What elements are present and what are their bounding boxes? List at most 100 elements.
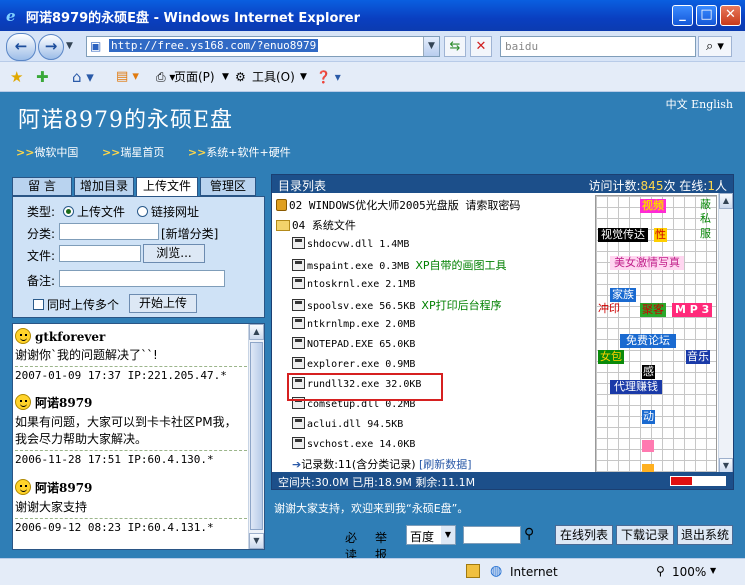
help-icon[interactable]: ❓ ▾	[316, 68, 341, 86]
tab-add-dir[interactable]: 增加目录	[74, 177, 134, 196]
history-dropdown-icon[interactable]: ▼	[66, 41, 73, 51]
message-text: 谢谢你`我的问题解决了``!	[15, 348, 158, 362]
file-row[interactable]: ntoskrnl.exe 2.1MB	[292, 277, 415, 290]
address-row: ← → ▼ ▣ http://free.ys168.com/?enuo8979 …	[0, 31, 745, 62]
ad-item[interactable]: 视觉传达	[598, 228, 648, 242]
ad-item[interactable]: 代理赚钱	[610, 380, 662, 394]
scroll-up-icon[interactable]: ▲	[249, 324, 264, 340]
ad-item[interactable]: 音乐	[686, 350, 710, 364]
ad-item[interactable]: 家族	[610, 288, 636, 302]
refresh-data-link[interactable]: [刷新数据]	[419, 458, 472, 471]
file-row[interactable]: shdocvw.dll 1.4MB	[292, 237, 409, 250]
file-row[interactable]: ntkrnlmp.exe 2.0MB	[292, 317, 415, 330]
file-row[interactable]: explorer.exe 0.9MB	[292, 357, 415, 370]
exit-button[interactable]: 退出系统	[677, 525, 733, 545]
nav-link-2[interactable]: >>瑞星首页	[102, 146, 174, 159]
scroll-up-icon[interactable]: ▲	[719, 193, 733, 209]
folder-row[interactable]: 04 系统文件	[276, 217, 356, 233]
download-log-button[interactable]: 下载记录	[616, 525, 674, 545]
tab-admin[interactable]: 管理区	[200, 177, 256, 196]
file-input[interactable]	[59, 245, 141, 262]
message-scrollbar[interactable]: ▲ ▼	[248, 324, 264, 549]
maximize-button[interactable]: □	[696, 5, 717, 26]
space-usage-fill	[671, 477, 692, 485]
address-bar[interactable]: ▣ http://free.ys168.com/?enuo8979 ▼	[86, 36, 440, 57]
file-row[interactable]: aclui.dll 94.5KB	[292, 417, 403, 430]
refresh-icon[interactable]: ⇆	[444, 36, 466, 57]
highlight-box	[287, 373, 443, 401]
smiley-icon	[15, 479, 31, 495]
ad-item[interactable]: 动	[642, 410, 655, 424]
folder-row[interactable]: 02 WINDOWS优化大师2005光盘版 请索取密码	[276, 197, 520, 213]
stop-icon[interactable]: ✕	[470, 36, 492, 57]
ad-item[interactable]: 蔽	[700, 198, 711, 212]
ad-item[interactable]: 服	[700, 227, 711, 241]
new-category-link[interactable]: [新增分类]	[161, 225, 218, 242]
file-list: 02 WINDOWS优化大师2005光盘版 请索取密码 04 系统文件 shdo…	[274, 197, 594, 472]
ad-item[interactable]: 美女激情写真	[610, 256, 684, 270]
search-engine-select[interactable]: 百度 ▼	[406, 525, 456, 545]
lock-icon	[276, 199, 287, 211]
nav-link-1[interactable]: >>微软中国	[16, 146, 88, 159]
ad-item[interactable]: 冲印	[598, 302, 620, 316]
radio-link-url[interactable]: 链接网址	[137, 203, 199, 220]
tools-menu[interactable]: 工具(O)	[252, 68, 295, 86]
ad-item[interactable]: 视频	[640, 199, 666, 213]
browse-button[interactable]: 浏览...	[143, 244, 205, 263]
lang-en-link[interactable]: English	[691, 98, 733, 111]
forward-button[interactable]: →	[38, 34, 64, 60]
message-author: 阿诺8979	[35, 396, 93, 410]
start-upload-button[interactable]: 开始上传	[129, 294, 197, 313]
close-button[interactable]: ✕	[720, 5, 741, 26]
feeds-icon[interactable]: ▤ ▾	[116, 68, 139, 86]
file-row[interactable]: svchost.exe 14.0KB	[292, 437, 415, 450]
file-row[interactable]: NOTEPAD.EXE 65.0KB	[292, 337, 415, 350]
nav-link-3[interactable]: >>系统+软件+硬件	[188, 146, 301, 159]
multi-upload-checkbox[interactable]: 同时上传多个	[33, 296, 119, 313]
visit-counter: 访问计数:845次 在线:1人	[588, 179, 728, 193]
zoom-chevron-icon[interactable]: ▼	[710, 566, 716, 575]
file-row[interactable]: mspaint.exe 0.3MB XP自带的画图工具	[292, 257, 507, 273]
category-input[interactable]	[59, 223, 159, 240]
back-button[interactable]: ←	[6, 33, 36, 61]
message-scroll-thumb[interactable]	[250, 342, 263, 530]
lang-zh-link[interactable]: 中文	[666, 98, 688, 111]
radio-upload-file[interactable]: 上传文件	[63, 203, 125, 220]
print-icon[interactable]: ⎙ ▾	[156, 68, 175, 86]
search-go-icon[interactable]: ⚲	[524, 526, 534, 542]
online-list-button[interactable]: 在线列表	[555, 525, 613, 545]
add-favorite-icon[interactable]: ✚	[36, 68, 49, 86]
tab-upload[interactable]: 上传文件	[136, 177, 198, 197]
ad-item[interactable]: 感	[642, 365, 655, 379]
zoom-level[interactable]: 100%	[672, 565, 706, 579]
search-input[interactable]: baidu	[500, 36, 696, 57]
globe-icon: ◍	[490, 563, 503, 579]
home-icon[interactable]: ⌂ ▾	[72, 68, 94, 86]
file-row[interactable]: spoolsv.exe 56.5KB XP打印后台程序	[292, 297, 502, 313]
ad-item[interactable]: 免费论坛	[620, 334, 676, 348]
address-input[interactable]: http://free.ys168.com/?enuo8979	[109, 39, 319, 52]
page-menu[interactable]: 页面(P)	[174, 68, 215, 86]
tab-message[interactable]: 留 言	[12, 177, 72, 196]
minimize-button[interactable]: _	[672, 5, 693, 26]
space-usage-bar: 空间共:30.0M 已用:18.9M 剩余:11.1M	[272, 472, 733, 489]
ad-block[interactable]	[642, 440, 654, 452]
ad-item[interactable]: 女包	[598, 350, 624, 364]
address-dropdown-icon[interactable]: ▼	[423, 37, 439, 56]
favorites-star-icon[interactable]: ★	[10, 68, 23, 86]
ad-item[interactable]: M P 3	[672, 303, 713, 317]
search-icon[interactable]: ⌕ ▾	[698, 36, 732, 57]
ad-item[interactable]: 聚客	[640, 303, 666, 317]
ad-item[interactable]: 私	[700, 212, 711, 226]
note-input[interactable]	[59, 270, 225, 287]
message-item: 阿诺8979 如果有问题，大家可以到卡卡社区PM我，我会尽力帮助大家解决。 20…	[15, 394, 247, 466]
file-icon	[292, 337, 305, 349]
welcome-text: 谢谢大家支持，欢迎来到我“永硕E盘”。	[274, 502, 469, 515]
message-meta: 2006-11-28 17:51 IP:60.4.130.*	[15, 450, 247, 466]
ad-item[interactable]: 性	[654, 228, 667, 242]
scroll-down-icon[interactable]: ▼	[249, 533, 264, 549]
directory-scrollbar[interactable]: ▲ ▼	[718, 193, 733, 474]
message-text: 如果有问题，大家可以到卡卡社区PM我，我会尽力帮助大家解决。	[15, 415, 237, 446]
message-meta: 2006-09-12 08:23 IP:60.4.131.*	[15, 518, 247, 534]
bottom-search-input[interactable]	[463, 526, 521, 544]
